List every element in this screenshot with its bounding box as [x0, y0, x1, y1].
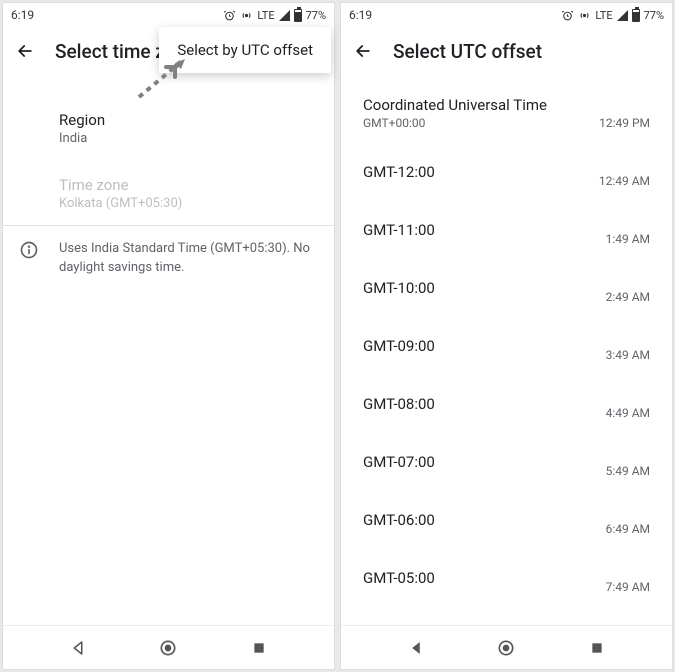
list-item[interactable]: GMT-06:00 6:49 AM — [341, 491, 672, 549]
navbar — [341, 625, 672, 669]
list-item-name: GMT-07:00 — [363, 453, 435, 471]
list-item-time: 6:49 AM — [606, 504, 650, 536]
list-item[interactable]: GMT-08:00 4:49 AM — [341, 375, 672, 433]
navbar — [3, 625, 334, 669]
list-item-name: GMT-05:00 — [363, 569, 435, 587]
phone-right: 6:19 LTE 77% Select UTC offset Coordinat… — [340, 2, 673, 670]
list-item-sub: GMT+00:00 — [363, 116, 547, 130]
statusbar: 6:19 LTE 77% — [341, 3, 672, 27]
list-item-time: 4:49 AM — [606, 388, 650, 420]
list-item[interactable]: GMT-04:008:49 AM — [341, 607, 672, 625]
info-icon — [19, 240, 39, 260]
nav-back-icon[interactable] — [405, 637, 427, 659]
list-item-time: 1:49 AM — [606, 214, 650, 246]
list-item-name: GMT-06:00 — [363, 511, 435, 529]
nav-recent-icon[interactable] — [248, 637, 270, 659]
list-item-time: 3:49 AM — [606, 330, 650, 362]
status-right: LTE 77% — [223, 9, 326, 22]
list-item-time: 2:49 AM — [606, 272, 650, 304]
statusbar: 6:19 LTE 77% — [3, 3, 334, 27]
lte-label: LTE — [257, 9, 274, 22]
page-title: Select UTC offset — [393, 40, 542, 63]
battery-icon — [632, 9, 640, 22]
content: Coordinated Universal Time GMT+00:00 12:49… — [341, 75, 672, 625]
hotspot-icon — [578, 9, 591, 22]
list-item-name: GMT-12:00 — [363, 163, 435, 181]
status-right: LTE 77% — [561, 9, 664, 22]
region-row[interactable]: Region India — [3, 95, 334, 160]
timezone-row: Time zone Kolkata (GMT+05:30) — [3, 160, 334, 225]
list-item-name: GMT-10:00 — [363, 279, 435, 297]
list-item-time: 12:49 AM — [599, 156, 650, 188]
list-item-name: Coordinated Universal Time — [363, 96, 547, 114]
popup-menu-item[interactable]: Select by UTC offset — [159, 27, 331, 73]
list-item-time: 8:49 AM — [606, 620, 650, 625]
list-item[interactable]: GMT-05:00 7:49 AM — [341, 549, 672, 607]
list-item[interactable]: GMT-12:00 12:49 AM — [341, 143, 672, 201]
info-text: Uses India Standard Time (GMT+05:30). No… — [59, 240, 318, 278]
hotspot-icon — [240, 9, 253, 22]
signal-icon — [279, 10, 290, 21]
timezone-value: Kolkata (GMT+05:30) — [59, 196, 278, 211]
list-item-name: GMT-11:00 — [363, 221, 435, 239]
list-item-time: 7:49 AM — [606, 562, 650, 594]
nav-home-icon[interactable] — [495, 637, 517, 659]
list-item[interactable]: GMT-10:00 2:49 AM — [341, 259, 672, 317]
status-time: 6:19 — [349, 8, 372, 22]
list-item-time: 12:49 PM — [599, 112, 650, 130]
region-label: Region — [59, 111, 278, 129]
list-item-name: GMT-09:00 — [363, 337, 435, 355]
list-item-time: 5:49 AM — [606, 446, 650, 478]
list-item[interactable]: GMT-07:00 5:49 AM — [341, 433, 672, 491]
info-row: Uses India Standard Time (GMT+05:30). No… — [3, 226, 334, 292]
timezone-label: Time zone — [59, 176, 278, 194]
battery-icon — [294, 9, 302, 22]
list-item-name: GMT-08:00 — [363, 395, 435, 413]
list-item[interactable]: GMT-11:00 1:49 AM — [341, 201, 672, 259]
back-icon[interactable] — [353, 41, 373, 61]
list-item[interactable]: Coordinated Universal Time GMT+00:00 12:49… — [341, 83, 672, 143]
status-time: 6:19 — [11, 8, 34, 22]
nav-recent-icon[interactable] — [586, 637, 608, 659]
back-icon[interactable] — [15, 41, 35, 61]
alarm-icon — [561, 9, 574, 22]
region-value: India — [59, 131, 278, 146]
nav-home-icon[interactable] — [157, 637, 179, 659]
content: Region India Time zone Kolkata (GMT+05:3… — [3, 75, 334, 625]
battery-pct: 77% — [644, 9, 664, 22]
nav-back-icon[interactable] — [67, 637, 89, 659]
utc-list[interactable]: Coordinated Universal Time GMT+00:00 12:49… — [341, 75, 672, 625]
battery-pct: 77% — [306, 9, 326, 22]
list-item[interactable]: GMT-09:00 3:49 AM — [341, 317, 672, 375]
lte-label: LTE — [595, 9, 612, 22]
phone-left: 6:19 LTE 77% Select time zone Select by … — [2, 2, 335, 670]
alarm-icon — [223, 9, 236, 22]
signal-icon — [617, 10, 628, 21]
appbar: Select UTC offset — [341, 27, 672, 75]
